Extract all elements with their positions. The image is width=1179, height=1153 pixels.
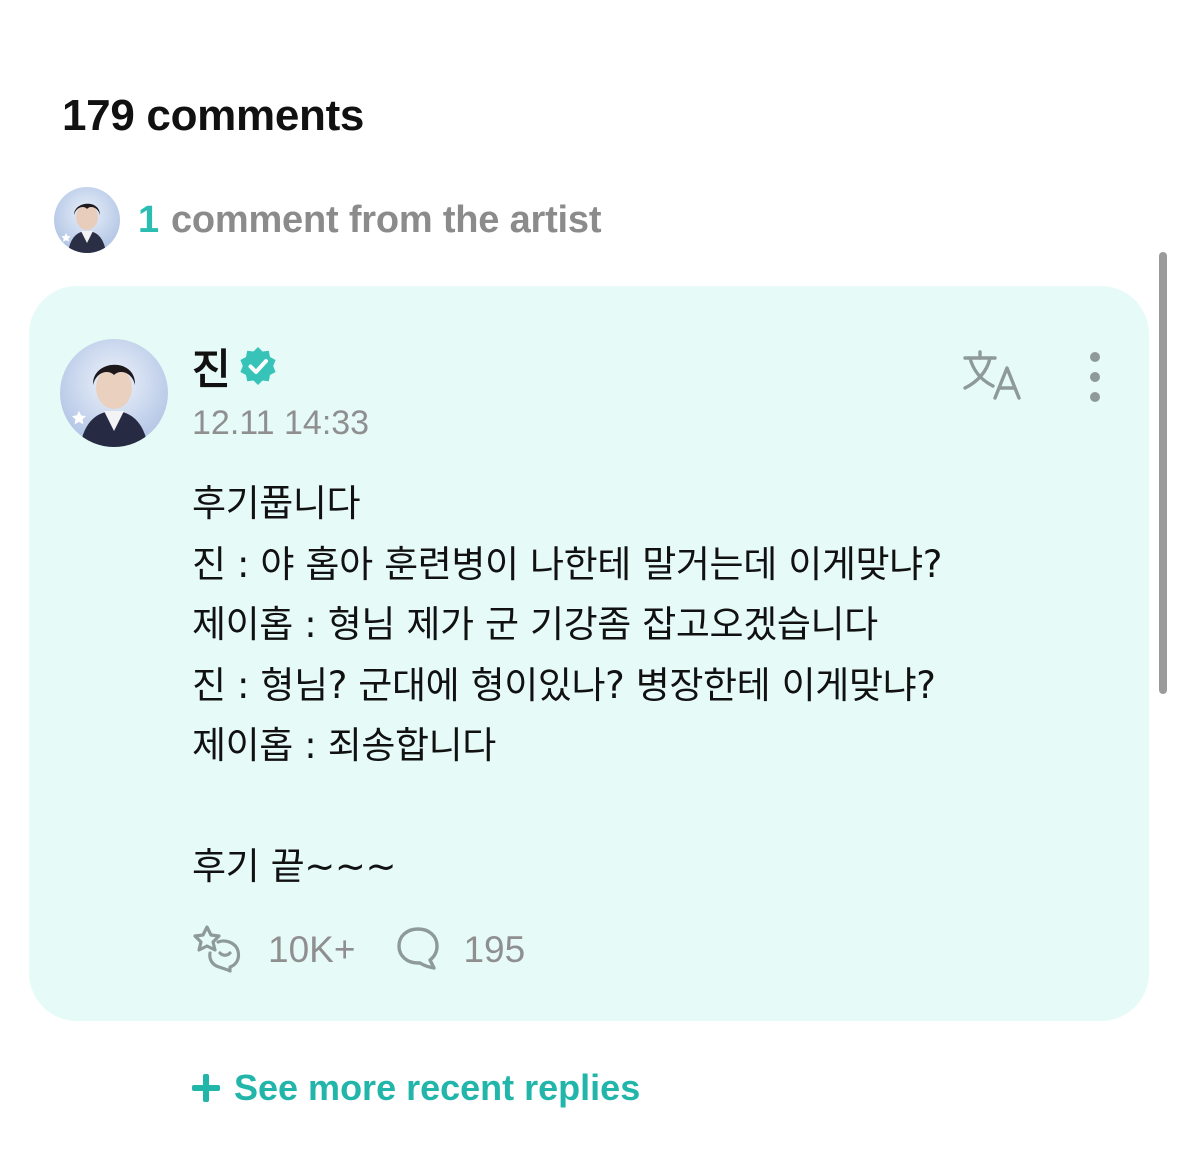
comment-body: 후기풉니다 진 : 야 홉아 훈련병이 나한테 말거는데 이게맞냐? 제이홉 :… [192, 482, 942, 888]
comment-actions: 10K+ 195 [192, 922, 525, 978]
artist-avatar [54, 187, 120, 253]
artist-comment-summary[interactable]: 1 comment from the artist [54, 186, 601, 254]
reply-bubble-icon [395, 925, 441, 976]
artist-comment-label: comment from the artist [170, 198, 602, 241]
verified-badge-icon [237, 345, 279, 387]
see-more-replies-link[interactable]: See more recent replies [192, 1062, 640, 1114]
artist-comment-count: 1 [138, 198, 159, 241]
plus-icon [192, 1074, 220, 1102]
comment-author-name[interactable]: 진 [192, 336, 231, 397]
comment-timestamp: 12.11 14:33 [192, 404, 370, 442]
reaction-icon [192, 923, 246, 978]
scrollbar[interactable] [1159, 252, 1167, 694]
reaction-count: 10K+ [268, 929, 356, 970]
comment-author-row: 진 [192, 338, 279, 394]
reaction-button[interactable]: 10K+ [192, 923, 355, 978]
comment-author-avatar[interactable] [60, 339, 168, 447]
more-vertical-icon[interactable] [1075, 348, 1115, 406]
comments-count-heading: 179 comments [62, 91, 365, 140]
artist-comment-card: 진 12.11 14:33 후기풉니다 진 : 야 홉아 훈련병이 나한테 말거… [29, 286, 1149, 1021]
translate-icon[interactable] [961, 348, 1027, 404]
artist-comment-summary-text: 1 comment from the artist [138, 199, 601, 242]
see-more-replies-label: See more recent replies [234, 1067, 641, 1108]
reply-count: 195 [463, 929, 526, 970]
reply-button[interactable]: 195 [395, 925, 525, 976]
